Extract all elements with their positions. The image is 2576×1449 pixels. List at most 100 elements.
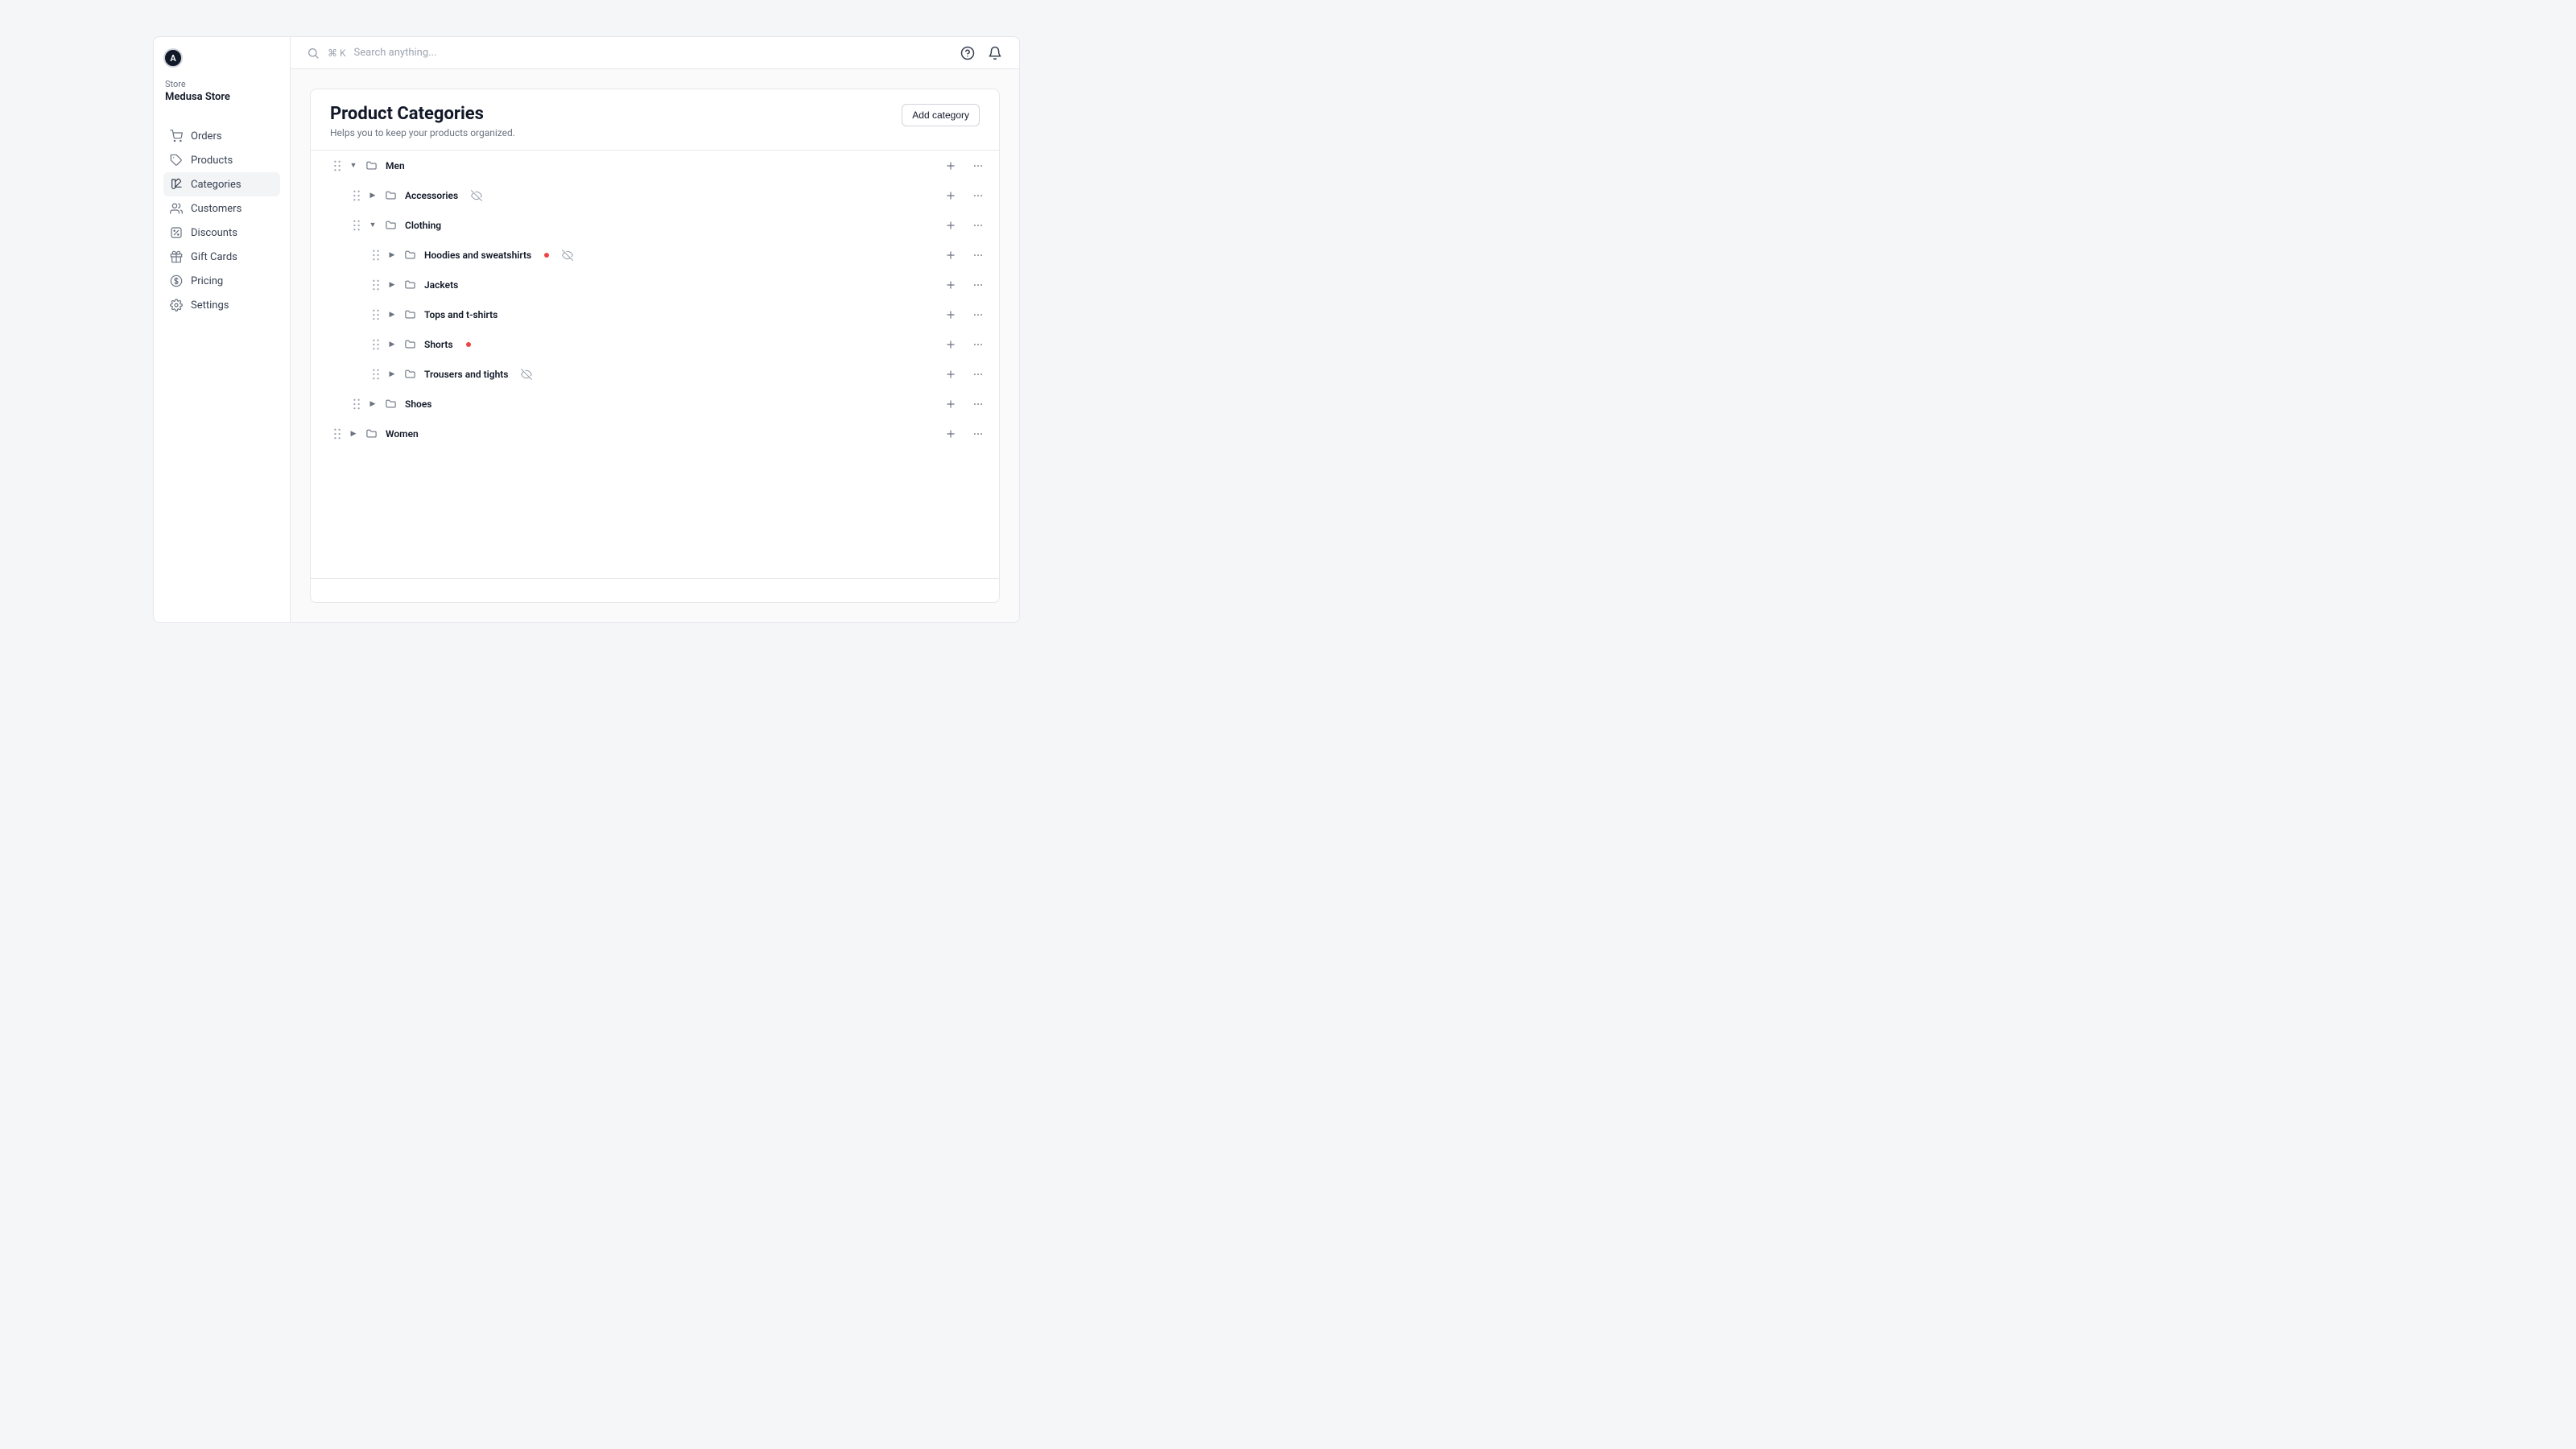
category-row[interactable]: ▶ Shoes: [311, 389, 999, 419]
category-row[interactable]: ▶Jackets: [311, 270, 999, 299]
row-menu-button[interactable]: [970, 217, 986, 233]
gift-icon: [170, 250, 183, 263]
panel-header: Product Categories Helps you to keep you…: [311, 89, 999, 150]
swatch-icon: [170, 178, 183, 191]
sidebar-item-gift-cards[interactable]: Gift Cards: [163, 245, 280, 269]
row-menu-button[interactable]: [970, 277, 986, 293]
category-row[interactable]: ▼ Clothing: [311, 210, 999, 240]
expand-toggle[interactable]: ▶: [369, 192, 377, 200]
drag-handle-icon[interactable]: [353, 398, 361, 410]
drag-handle-icon[interactable]: [372, 339, 380, 350]
row-menu-button[interactable]: [970, 426, 986, 442]
drag-handle-icon[interactable]: [372, 309, 380, 320]
drag-handle-icon[interactable]: [372, 369, 380, 380]
topbar: ⌘ K Search anything...: [291, 37, 1019, 69]
sidebar: A Store Medusa Store OrdersProductsCateg…: [154, 37, 291, 622]
add-subcategory-button[interactable]: [943, 217, 959, 233]
category-row[interactable]: ▶ Trousers and tights: [311, 359, 999, 389]
category-label: Clothing: [405, 220, 441, 231]
category-row[interactable]: ▶ Accessories: [311, 180, 999, 210]
search-icon: [307, 47, 320, 60]
folder-icon: [385, 189, 397, 201]
category-label: Women: [386, 428, 419, 440]
sidebar-item-label: Pricing: [191, 275, 223, 287]
tag-icon: [170, 154, 183, 167]
sidebar-item-categories[interactable]: Categories: [163, 172, 280, 196]
topbar-actions: [960, 45, 1003, 61]
sidebar-item-label: Products: [191, 155, 233, 167]
add-category-button[interactable]: Add category: [902, 104, 980, 126]
sidebar-item-discounts[interactable]: Discounts: [163, 221, 280, 245]
add-subcategory-button[interactable]: [943, 307, 959, 323]
row-menu-button[interactable]: [970, 336, 986, 353]
category-row[interactable]: ▶ Women: [311, 419, 999, 448]
sidebar-item-pricing[interactable]: Pricing: [163, 269, 280, 293]
add-subcategory-button[interactable]: [943, 188, 959, 204]
row-menu-button[interactable]: [970, 307, 986, 323]
category-label: Men: [386, 160, 405, 171]
expand-toggle[interactable]: ▶: [388, 311, 396, 319]
dollar-icon: [170, 275, 183, 287]
expand-toggle[interactable]: ▼: [349, 161, 357, 170]
folder-icon: [365, 159, 378, 171]
drag-handle-icon[interactable]: [333, 428, 341, 440]
add-subcategory-button[interactable]: [943, 336, 959, 353]
category-row[interactable]: ▶Hoodies and sweatshirts: [311, 240, 999, 270]
expand-toggle[interactable]: ▶: [369, 400, 377, 408]
sidebar-item-products[interactable]: Products: [163, 148, 280, 172]
folder-icon: [385, 398, 397, 410]
sidebar-item-orders[interactable]: Orders: [163, 124, 280, 148]
status-dot: [466, 342, 471, 347]
drag-handle-icon[interactable]: [353, 220, 361, 231]
row-menu-button[interactable]: [970, 396, 986, 412]
expand-toggle[interactable]: ▶: [388, 341, 396, 349]
add-subcategory-button[interactable]: [943, 247, 959, 263]
row-menu-button[interactable]: [970, 247, 986, 263]
category-row[interactable]: ▼ Men: [311, 151, 999, 180]
folder-icon: [404, 249, 416, 261]
expand-toggle[interactable]: ▶: [388, 251, 396, 259]
folder-icon: [404, 308, 416, 320]
expand-toggle[interactable]: ▼: [369, 221, 377, 229]
folder-icon: [365, 427, 378, 440]
search[interactable]: ⌘ K Search anything...: [307, 47, 960, 60]
category-row[interactable]: ▶ Tops and t-shirts: [311, 299, 999, 329]
status-dot: [544, 253, 549, 258]
add-subcategory-button[interactable]: [943, 426, 959, 442]
sidebar-item-label: Discounts: [191, 227, 237, 239]
add-subcategory-button[interactable]: [943, 158, 959, 174]
store-name[interactable]: Medusa Store: [163, 89, 280, 103]
category-label: Shoes: [405, 398, 431, 410]
drag-handle-icon[interactable]: [353, 190, 361, 201]
category-label: Tops and t-shirts: [424, 309, 497, 320]
expand-toggle[interactable]: ▶: [349, 430, 357, 438]
category-row[interactable]: ▶Shorts: [311, 329, 999, 359]
row-menu-button[interactable]: [970, 158, 986, 174]
users-icon: [170, 202, 183, 215]
drag-handle-icon[interactable]: [333, 160, 341, 171]
add-subcategory-button[interactable]: [943, 277, 959, 293]
hidden-icon: [562, 250, 573, 261]
hidden-icon: [521, 369, 532, 380]
sidebar-item-label: Gift Cards: [191, 251, 237, 263]
drag-handle-icon[interactable]: [372, 250, 380, 261]
sidebar-item-customers[interactable]: Customers: [163, 196, 280, 221]
row-menu-button[interactable]: [970, 188, 986, 204]
drag-handle-icon[interactable]: [372, 279, 380, 291]
category-label: Trousers and tights: [424, 369, 508, 380]
category-label: Accessories: [405, 190, 458, 201]
category-tree: ▼ Men ▶ Accessories ▼ Clothing ▶Hoodies and sw…: [311, 150, 999, 578]
notifications-button[interactable]: [987, 45, 1003, 61]
sidebar-item-label: Categories: [191, 179, 242, 191]
expand-toggle[interactable]: ▶: [388, 281, 396, 289]
add-subcategory-button[interactable]: [943, 396, 959, 412]
page-subtitle: Helps you to keep your products organize…: [330, 127, 515, 138]
avatar[interactable]: A: [163, 48, 183, 68]
page-title: Product Categories: [330, 104, 515, 124]
add-subcategory-button[interactable]: [943, 366, 959, 382]
help-button[interactable]: [960, 45, 976, 61]
expand-toggle[interactable]: ▶: [388, 370, 396, 378]
row-menu-button[interactable]: [970, 366, 986, 382]
sidebar-item-settings[interactable]: Settings: [163, 293, 280, 317]
content-area: Product Categories Helps you to keep you…: [291, 69, 1019, 622]
